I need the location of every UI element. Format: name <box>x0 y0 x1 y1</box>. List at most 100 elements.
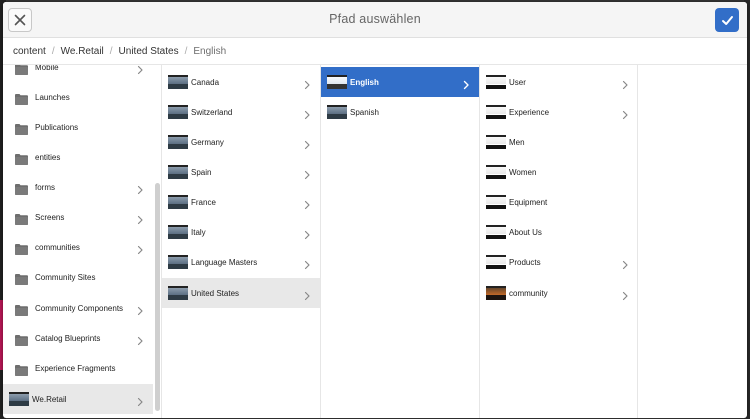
page-thumbnail-icon <box>168 105 188 119</box>
list-item-switzerland[interactable]: Switzerland <box>162 97 320 127</box>
list-item-user[interactable]: User <box>480 67 637 97</box>
list-item-men[interactable]: Men <box>480 127 637 157</box>
item-label: Switzerland <box>191 107 233 117</box>
chevron-right-icon <box>302 257 312 270</box>
list-item-entities[interactable]: entities <box>3 142 153 172</box>
select-path-dialog: Pfad auswählen content / We.Retail / Uni… <box>3 2 747 418</box>
list-item-about-us[interactable]: About Us <box>480 217 637 247</box>
list-item-canada[interactable]: Canada <box>162 67 320 97</box>
list-item-experience-fragments[interactable]: Experience Fragments <box>3 353 153 383</box>
list-item-publications[interactable]: Publications <box>3 112 153 142</box>
list-item-english[interactable]: English <box>321 67 479 97</box>
column-english[interactable]: User Experience Men Women Equipment About Us P… <box>480 65 638 418</box>
list-item-screens[interactable]: Screens <box>3 202 153 232</box>
page-thumbnail-icon <box>9 392 29 406</box>
chevron-right-icon <box>302 288 312 301</box>
folder-icon <box>15 272 28 285</box>
folder-icon <box>15 182 28 195</box>
chevron-right-icon <box>302 77 312 90</box>
page-thumbnail-icon <box>486 195 506 209</box>
column-view: Mobile Launches Publications entities forms S… <box>3 65 747 418</box>
page-thumbnail-icon <box>168 165 188 179</box>
chevron-right-icon <box>135 65 145 75</box>
folder-icon <box>15 242 28 255</box>
page-thumbnail-icon <box>486 105 506 119</box>
list-item-france[interactable]: France <box>162 187 320 217</box>
item-label: Germany <box>191 137 224 147</box>
item-label: Screens <box>35 212 65 222</box>
chevron-right-icon <box>135 394 145 407</box>
breadcrumb-item-united-states[interactable]: United States <box>119 46 179 57</box>
breadcrumb-item-content[interactable]: content <box>13 46 46 57</box>
list-item-germany[interactable]: Germany <box>162 127 320 157</box>
item-label: About Us <box>509 227 542 237</box>
column-scrollbar[interactable] <box>155 183 160 411</box>
item-label: Women <box>509 167 537 177</box>
list-item-community-sites[interactable]: Community Sites <box>3 262 153 292</box>
item-label: Spanish <box>350 107 379 117</box>
item-label: Experience Fragments <box>35 363 116 373</box>
item-label: entities <box>35 152 61 162</box>
page-thumbnail-icon <box>486 165 506 179</box>
item-label: Mobile <box>35 65 59 72</box>
list-item-community-components[interactable]: Community Components <box>3 293 153 323</box>
item-label: Launches <box>35 92 70 102</box>
column-content[interactable]: Mobile Launches Publications entities forms S… <box>3 65 162 418</box>
folder-icon <box>15 152 28 165</box>
list-item-spain[interactable]: Spain <box>162 157 320 187</box>
page-thumbnail-icon <box>486 225 506 239</box>
list-item-equipment[interactable]: Equipment <box>480 187 637 217</box>
chevron-right-icon <box>620 107 630 120</box>
chevron-right-icon <box>135 212 145 225</box>
item-label: Community Sites <box>35 272 96 282</box>
item-label: Italy <box>191 227 206 237</box>
page-thumbnail-icon <box>327 75 347 89</box>
list-item-communities[interactable]: communities <box>3 232 153 262</box>
chevron-right-icon <box>620 77 630 90</box>
list-item-we-retail[interactable]: We.Retail <box>3 384 153 414</box>
chevron-right-icon <box>461 77 471 90</box>
list-item-spanish[interactable]: Spanish <box>321 97 479 127</box>
breadcrumb-separator: / <box>51 45 55 57</box>
item-label: United States <box>191 288 240 298</box>
item-label: Men <box>509 137 525 147</box>
chevron-right-icon <box>135 303 145 316</box>
item-label: Language Masters <box>191 257 258 267</box>
dialog-header: Pfad auswählen <box>3 2 747 38</box>
column-united-states[interactable]: English Spanish <box>321 65 480 418</box>
item-label: Publications <box>35 122 79 132</box>
list-item-language-masters[interactable]: Language Masters <box>162 247 320 277</box>
list-item-experience[interactable]: Experience <box>480 97 637 127</box>
chevron-right-icon <box>302 227 312 240</box>
chevron-right-icon <box>620 288 630 301</box>
list-item-products[interactable]: Products <box>480 247 637 277</box>
list-item-mobile[interactable]: Mobile <box>3 65 153 82</box>
item-label: Community Components <box>35 303 124 313</box>
item-label: Canada <box>191 77 220 87</box>
list-item-forms[interactable]: forms <box>3 172 153 202</box>
chevron-right-icon <box>135 182 145 195</box>
list-item-women[interactable]: Women <box>480 157 637 187</box>
column-we-retail[interactable]: Canada Switzerland Germany Spain France Italy… <box>162 65 321 418</box>
confirm-button[interactable] <box>715 8 739 32</box>
page-thumbnail-icon <box>168 255 188 269</box>
item-label: Experience <box>509 107 550 117</box>
chevron-right-icon <box>135 242 145 255</box>
list-item-italy[interactable]: Italy <box>162 217 320 247</box>
folder-icon <box>15 122 28 135</box>
page-thumbnail-icon <box>168 286 188 300</box>
folder-icon <box>15 333 28 346</box>
list-item-catalog-blueprints[interactable]: Catalog Blueprints <box>3 323 153 353</box>
list-item-launches[interactable]: Launches <box>3 82 153 112</box>
breadcrumb-item-we-retail[interactable]: We.Retail <box>61 46 104 57</box>
page-thumbnail-icon <box>486 75 506 89</box>
page-thumbnail-icon <box>486 135 506 149</box>
folder-icon <box>15 363 28 376</box>
folder-icon <box>15 65 28 75</box>
item-label: Products <box>509 257 541 267</box>
page-thumbnail-icon <box>486 255 506 269</box>
breadcrumb-separator: / <box>184 45 188 57</box>
list-item-united-states[interactable]: United States <box>162 278 320 308</box>
item-label: communities <box>35 242 80 252</box>
list-item-community[interactable]: community <box>480 278 637 308</box>
